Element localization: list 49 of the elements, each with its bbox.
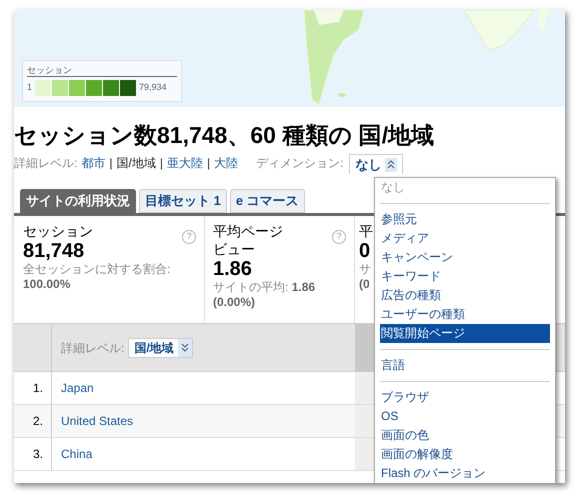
metric-value: 81,748 (23, 240, 84, 262)
detail-level-label: 詳細レベル: (14, 155, 78, 172)
menu-item[interactable]: 参照元 (380, 210, 550, 229)
metric-value: 0 (359, 240, 370, 262)
rank-cell: 2. (14, 405, 52, 437)
rank-cell: 1. (14, 372, 52, 404)
country-link[interactable]: United States (61, 412, 134, 430)
rank-cell: 3. (14, 438, 52, 470)
legend-title: セッション (27, 64, 177, 77)
legend-min: 1 (27, 81, 32, 94)
tab[interactable]: e コマース (230, 189, 305, 213)
menu-item[interactable]: 画面の解像度 (380, 445, 550, 464)
caret-icon (385, 158, 398, 172)
tab[interactable]: 目標セット 1 (139, 189, 227, 213)
detail-level-link[interactable]: 大陸 (214, 154, 238, 172)
detail-level-link[interactable]: 亜大陸 (166, 154, 203, 172)
page-title: セッション数81,748、60 種類の 国/地域 (14, 122, 436, 148)
country-link[interactable]: Japan (61, 379, 94, 397)
menu-item[interactable]: ユーザーの種類 (380, 305, 550, 324)
metric-note: 全セッションに対する割合: 100.00% (23, 262, 170, 292)
metric-note: サ (0 (359, 262, 371, 292)
country-link[interactable]: China (61, 445, 92, 463)
dimension-label: ディメンション: (256, 155, 344, 172)
menu-item[interactable]: OS (380, 407, 550, 426)
menu-item[interactable]: Flash のバージョン (380, 464, 550, 483)
menu-item[interactable]: 画面の色 (380, 426, 550, 445)
legend-max: 79,934 (139, 81, 167, 94)
dimension-select[interactable]: なし (349, 154, 404, 174)
menu-item[interactable]: 広告の種類 (380, 286, 550, 305)
detail-level-select[interactable]: 国/地域 (128, 338, 193, 358)
menu-item[interactable]: メディア (380, 229, 550, 248)
separator: | (109, 155, 112, 172)
menu-item[interactable]: ブラウザ (380, 388, 550, 407)
caret-icon (178, 338, 192, 356)
menu-item[interactable]: キーワード (380, 267, 550, 286)
detail-level-link[interactable]: 都市 (81, 154, 106, 172)
menu-item[interactable]: 言語 (380, 356, 550, 375)
separator: | (160, 155, 163, 172)
metric-label: セッション (23, 222, 94, 240)
menu-item[interactable]: 閲覧開始ページ (380, 324, 550, 343)
metric-value: 1.86 (213, 258, 252, 280)
separator: | (206, 155, 210, 172)
metric-label: 平均ページビュー (213, 222, 284, 258)
detail-level-label: 詳細レベル: (61, 340, 124, 356)
metric-note: サイトの平均: 1.86 (0.00%) (213, 280, 316, 310)
tab[interactable]: サイトの利用状況 (20, 189, 136, 213)
metric-label: 平 (359, 222, 373, 240)
menu-item[interactable]: キャンペーン (380, 248, 550, 267)
detail-level-link[interactable]: 国/地域 (116, 154, 156, 172)
